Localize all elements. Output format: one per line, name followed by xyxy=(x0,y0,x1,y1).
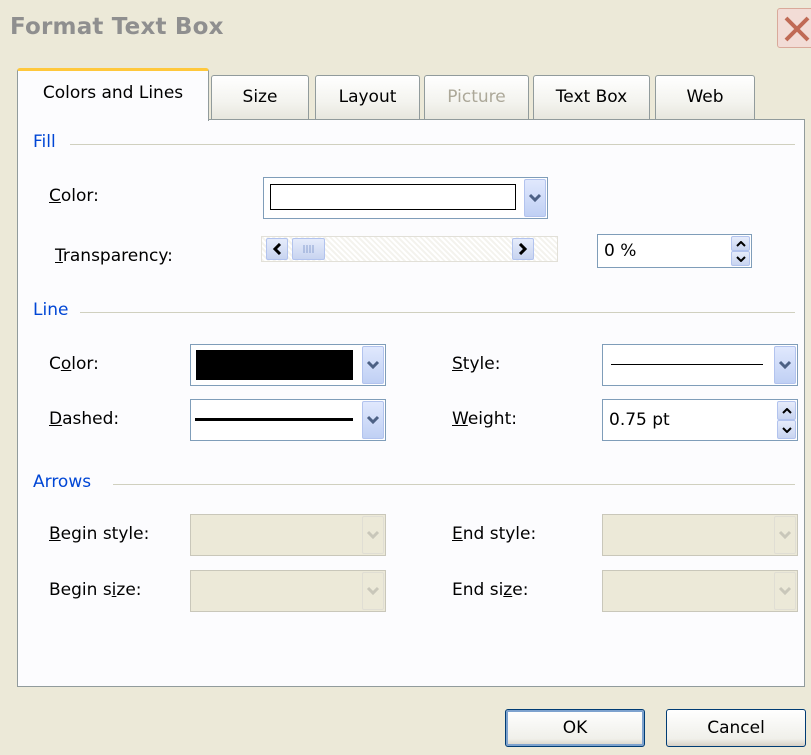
fill-divider xyxy=(70,144,795,145)
begin-style-select xyxy=(190,514,386,556)
line-style-dropdown-button[interactable] xyxy=(774,346,796,384)
label-text: C xyxy=(49,354,61,374)
chevron-down-icon xyxy=(736,255,746,262)
label-text: egin style: xyxy=(60,524,150,544)
dashed-select[interactable] xyxy=(190,399,386,441)
chevron-down-icon xyxy=(366,415,380,425)
dashed-dropdown-button[interactable] xyxy=(362,401,384,439)
chevron-down-icon xyxy=(782,426,792,433)
arrows-section-title: Arrows xyxy=(33,472,92,492)
fill-color-select[interactable] xyxy=(263,177,548,219)
mnemonic: C xyxy=(49,186,61,206)
fill-section-title: Fill xyxy=(33,132,56,152)
begin-size-dropdown-button xyxy=(362,572,384,610)
tab-layout[interactable]: Layout xyxy=(315,75,420,121)
mnemonic: z xyxy=(503,580,513,600)
spin-up-button[interactable] xyxy=(777,401,796,420)
mnemonic: S xyxy=(452,354,463,374)
window-title: Format Text Box xyxy=(10,14,224,40)
transparency-label: Transparency: xyxy=(55,246,173,266)
fill-color-label: Color: xyxy=(49,186,99,206)
end-size-select xyxy=(602,570,798,612)
spin-down-button[interactable] xyxy=(731,251,750,266)
end-style-select xyxy=(602,514,798,556)
label-text: e: xyxy=(512,580,529,600)
close-button[interactable] xyxy=(777,8,811,48)
slider-left-button[interactable] xyxy=(266,238,288,260)
weight-spinner[interactable]: 0.75 pt xyxy=(602,399,798,441)
tab-colors-and-lines[interactable]: Colors and Lines xyxy=(17,68,209,121)
begin-style-label: Begin style: xyxy=(49,524,149,544)
line-style-label: Style: xyxy=(452,354,500,374)
label-text: eight: xyxy=(467,409,517,429)
end-style-label: End style: xyxy=(452,524,536,544)
begin-size-select xyxy=(190,570,386,612)
chevron-down-icon xyxy=(366,530,380,540)
label-text: Begin s xyxy=(49,580,112,600)
label-text: ransparency: xyxy=(62,246,173,266)
ok-button[interactable]: OK xyxy=(505,709,645,747)
label-text: ze: xyxy=(116,580,142,600)
cancel-button[interactable]: Cancel xyxy=(666,709,806,747)
tab-web[interactable]: Web xyxy=(655,75,755,121)
fill-color-dropdown-button[interactable] xyxy=(524,179,546,217)
begin-style-dropdown-button xyxy=(362,516,384,554)
chevron-down-icon xyxy=(778,586,792,596)
label-text: ashed: xyxy=(62,409,120,429)
end-style-dropdown-button xyxy=(774,516,796,554)
line-style-preview xyxy=(611,364,763,365)
tab-panel: Fill Color: Transparency: 0 % Line Color… xyxy=(17,119,805,687)
mnemonic: B xyxy=(49,524,61,544)
dashed-preview xyxy=(195,418,353,421)
chevron-down-icon xyxy=(366,586,380,596)
line-section-title: Line xyxy=(33,300,69,320)
begin-size-label: Begin size: xyxy=(49,580,142,600)
chevron-down-icon xyxy=(778,530,792,540)
slider-thumb[interactable] xyxy=(292,238,325,260)
chevron-up-icon xyxy=(782,407,792,414)
tab-size[interactable]: Size xyxy=(211,75,309,121)
transparency-value[interactable]: 0 % xyxy=(604,241,636,261)
tab-text-box[interactable]: Text Box xyxy=(533,75,650,121)
mnemonic: o xyxy=(60,354,72,374)
weight-value[interactable]: 0.75 pt xyxy=(609,410,670,430)
chevron-down-icon xyxy=(778,360,792,370)
label-text: nd style: xyxy=(462,524,537,544)
line-divider xyxy=(80,312,795,313)
line-color-swatch xyxy=(196,350,353,380)
slider-right-button[interactable] xyxy=(512,238,534,260)
mnemonic: W xyxy=(452,409,468,429)
line-color-label: Color: xyxy=(49,354,99,374)
transparency-spinner[interactable]: 0 % xyxy=(597,234,752,268)
label-text: tyle: xyxy=(462,354,501,374)
grip-icon xyxy=(303,245,314,253)
arrow-right-icon xyxy=(518,243,528,255)
line-style-select[interactable] xyxy=(602,344,798,386)
chevron-down-icon xyxy=(366,360,380,370)
mnemonic: T xyxy=(55,246,63,266)
line-color-select[interactable] xyxy=(190,344,386,386)
chevron-down-icon xyxy=(528,193,542,203)
mnemonic: D xyxy=(49,409,63,429)
line-color-dropdown-button[interactable] xyxy=(362,346,384,384)
spin-down-button[interactable] xyxy=(777,420,796,439)
mnemonic: E xyxy=(452,524,463,544)
arrows-divider xyxy=(113,484,795,485)
dashed-label: Dashed: xyxy=(49,409,119,429)
arrow-left-icon xyxy=(272,243,282,255)
chevron-up-icon xyxy=(736,240,746,247)
end-size-dropdown-button xyxy=(774,572,796,610)
tab-picture: Picture xyxy=(424,75,529,121)
label-text: lor: xyxy=(71,354,99,374)
spin-up-button[interactable] xyxy=(731,236,750,251)
label-text: olor: xyxy=(60,186,99,206)
close-icon xyxy=(784,16,810,42)
fill-color-swatch xyxy=(270,184,516,210)
weight-label: Weight: xyxy=(452,409,517,429)
end-size-label: End size: xyxy=(452,580,528,600)
label-text: End si xyxy=(452,580,504,600)
